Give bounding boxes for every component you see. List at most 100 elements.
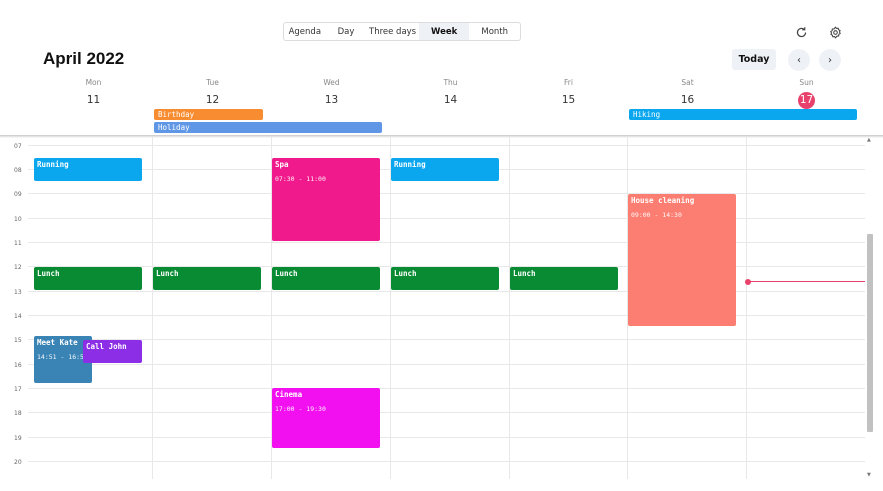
event-title: Lunch <box>37 269 60 278</box>
hour-line <box>28 364 865 365</box>
event-call-john[interactable]: Call John <box>83 340 142 363</box>
event-time: 17:00 - 19:30 <box>275 405 326 413</box>
today-day-number: 17 <box>798 92 815 109</box>
event-lunch-mon[interactable]: Lunch <box>34 267 142 290</box>
event-time: 07:30 - 11:00 <box>275 175 326 183</box>
event-house-cleaning[interactable]: House cleaning 09:00 - 14:30 <box>628 194 736 326</box>
day-number: 12 <box>205 94 220 106</box>
chevron-right-icon: › <box>828 54 832 66</box>
hour-label: 19 <box>14 435 22 442</box>
current-time-indicator <box>748 281 865 282</box>
hour-label: 15 <box>14 337 22 344</box>
day-name: Thu <box>443 78 458 87</box>
refresh-button[interactable] <box>792 23 810 41</box>
day-number: 14 <box>443 94 458 106</box>
day-number: 13 <box>324 94 339 106</box>
day-name: Tue <box>206 78 219 87</box>
event-running-thu[interactable]: Running <box>391 158 499 181</box>
day-name: Wed <box>323 78 340 87</box>
hour-line <box>28 218 865 219</box>
day-header-thu[interactable]: Thu 14 <box>391 78 510 109</box>
hour-label: 12 <box>14 264 22 271</box>
event-title: Meet Kate <box>37 338 78 347</box>
day-name: Mon <box>85 78 102 87</box>
event-title: Cinema <box>275 390 303 399</box>
hour-line <box>28 315 865 316</box>
event-time: 09:00 - 14:30 <box>631 211 682 219</box>
day-number: 11 <box>86 94 101 106</box>
event-lunch-fri[interactable]: Lunch <box>510 267 618 290</box>
allday-event-hiking[interactable]: Hiking <box>629 109 857 120</box>
day-header-wed[interactable]: Wed 13 <box>272 78 391 109</box>
hour-label: 11 <box>14 240 22 247</box>
view-switcher: Agenda Day Three days Week Month <box>283 22 521 41</box>
scroll-down-icon[interactable]: ▼ <box>867 472 871 478</box>
hour-line <box>28 339 865 340</box>
event-title: Lunch <box>394 269 417 278</box>
hour-label: 16 <box>14 362 22 369</box>
event-spa[interactable]: Spa 07:30 - 11:00 <box>272 158 380 241</box>
event-title: Lunch <box>156 269 179 278</box>
prev-week-button[interactable]: ‹ <box>788 49 810 71</box>
day-column-divider <box>746 137 747 479</box>
event-running-mon[interactable]: Running <box>34 158 142 181</box>
view-agenda-button[interactable]: Agenda <box>284 23 326 40</box>
day-column-divider <box>390 137 391 479</box>
scroll-thumb[interactable] <box>867 234 873 432</box>
gear-icon <box>829 25 841 39</box>
event-title: Running <box>37 160 69 169</box>
event-lunch-tue[interactable]: Lunch <box>153 267 261 290</box>
day-name: Fri <box>564 78 573 87</box>
chevron-left-icon: ‹ <box>797 54 801 66</box>
hour-line <box>28 412 865 413</box>
hour-line <box>28 388 865 389</box>
allday-event-birthday[interactable]: Birthday <box>154 109 263 120</box>
hour-line <box>28 242 865 243</box>
day-column-divider <box>152 137 153 479</box>
day-header-sat[interactable]: Sat 16 <box>628 78 747 109</box>
day-number: 15 <box>561 94 576 106</box>
event-time: 14:51 - 16:5 <box>37 353 84 361</box>
event-lunch-thu[interactable]: Lunch <box>391 267 499 290</box>
view-day-button[interactable]: Day <box>326 23 367 40</box>
day-header-fri[interactable]: Fri 15 <box>509 78 628 109</box>
day-number: 16 <box>680 94 695 106</box>
event-title: Lunch <box>275 269 298 278</box>
hour-line <box>28 291 865 292</box>
allday-event-holiday[interactable]: Holiday <box>154 122 382 133</box>
today-button[interactable]: Today <box>732 49 776 70</box>
day-name: Sun <box>799 78 814 87</box>
day-name: Sat <box>681 78 694 87</box>
event-title: Call John <box>86 342 127 351</box>
view-month-button[interactable]: Month <box>469 23 520 40</box>
hour-label: 17 <box>14 386 22 393</box>
week-time-grid[interactable]: 07 08 09 10 11 12 13 14 15 16 17 18 19 2… <box>0 137 865 479</box>
event-cinema[interactable]: Cinema 17:00 - 19:30 <box>272 388 380 448</box>
hour-line <box>28 461 865 462</box>
day-header-sun[interactable]: Sun 17 <box>747 78 866 109</box>
hour-label: 10 <box>14 216 22 223</box>
event-title: Running <box>394 160 426 169</box>
hour-label: 14 <box>14 313 22 320</box>
grid-scrollbar[interactable]: ▲ ▼ <box>866 137 874 479</box>
hour-line <box>28 193 865 194</box>
next-week-button[interactable]: › <box>819 49 841 71</box>
view-week-button[interactable]: Week <box>418 23 470 40</box>
hour-line <box>28 437 865 438</box>
hour-label: 09 <box>14 191 22 198</box>
refresh-icon <box>796 26 806 37</box>
day-header-tue[interactable]: Tue 12 <box>153 78 272 109</box>
event-title: Lunch <box>513 269 536 278</box>
event-title: Spa <box>275 160 289 169</box>
view-three-days-button[interactable]: Three days <box>366 23 419 40</box>
hour-label: 18 <box>14 410 22 417</box>
day-column-divider <box>509 137 510 479</box>
hour-label: 20 <box>14 459 22 466</box>
scroll-up-icon[interactable]: ▲ <box>867 137 871 143</box>
current-time-dot <box>745 279 751 285</box>
day-header-mon[interactable]: Mon 11 <box>34 78 153 109</box>
settings-button[interactable] <box>826 23 844 41</box>
event-lunch-wed[interactable]: Lunch <box>272 267 380 290</box>
hour-label: 07 <box>14 143 22 150</box>
hour-label: 13 <box>14 289 22 296</box>
